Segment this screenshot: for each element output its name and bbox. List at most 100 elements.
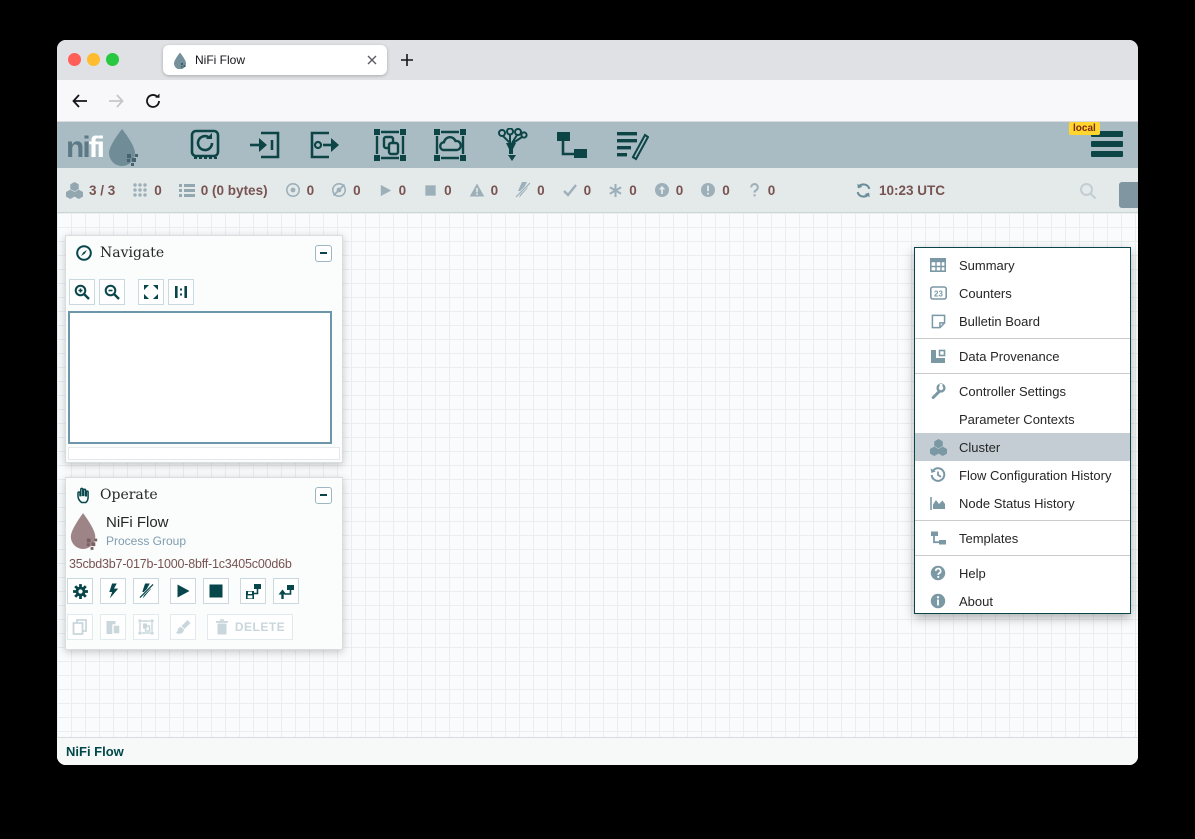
nifi-logo: ni fi bbox=[66, 128, 141, 168]
selected-component-id[interactable]: 35cbd3b7-017b-1000-8bff-1c3405c00d6b bbox=[69, 557, 292, 571]
bolt-slash-icon bbox=[139, 583, 154, 599]
zoom-fit-icon bbox=[143, 284, 159, 300]
template-component-icon[interactable] bbox=[555, 128, 589, 162]
one-to-one-icon bbox=[173, 284, 189, 300]
tab-title: NiFi Flow bbox=[195, 53, 367, 67]
zoom-actual-size-button[interactable] bbox=[168, 279, 194, 305]
copy-button[interactable] bbox=[67, 614, 93, 640]
last-refresh: 10:23 UTC bbox=[855, 168, 945, 213]
birdseye-minimap[interactable] bbox=[68, 311, 332, 444]
paste-button[interactable] bbox=[100, 614, 126, 640]
configure-button[interactable] bbox=[67, 578, 93, 604]
search-icon[interactable] bbox=[1079, 182, 1097, 200]
enable-button[interactable] bbox=[100, 578, 126, 604]
operate-actions-row1 bbox=[67, 578, 299, 604]
not-transmitting-status: 0 bbox=[331, 182, 361, 198]
processor-component-icon[interactable] bbox=[188, 128, 222, 162]
running-play-icon bbox=[378, 183, 393, 198]
menu-item-data-provenance[interactable]: Data Provenance bbox=[915, 342, 1130, 370]
collapse-operate-button[interactable] bbox=[315, 487, 332, 504]
menu-item-parameter-contexts[interactable]: Parameter Contexts bbox=[915, 405, 1130, 433]
menu-item-help[interactable]: Help bbox=[915, 559, 1130, 587]
copy-icon bbox=[72, 619, 88, 635]
check-icon bbox=[562, 182, 578, 198]
start-button[interactable] bbox=[170, 578, 196, 604]
connected-nodes-status: 3 / 3 bbox=[66, 182, 115, 199]
output-port-component-icon[interactable] bbox=[308, 128, 342, 162]
window-close-button[interactable] bbox=[68, 53, 81, 66]
nifi-favicon bbox=[173, 52, 187, 69]
transmitting-icon bbox=[285, 182, 301, 198]
label-component-icon[interactable] bbox=[615, 128, 649, 162]
fill-color-button[interactable] bbox=[170, 614, 196, 640]
navigate-panel: Navigate bbox=[65, 235, 343, 463]
window-zoom-button[interactable] bbox=[106, 53, 119, 66]
disabled-status: 0 bbox=[515, 182, 545, 198]
menu-item-summary[interactable]: Summary bbox=[915, 251, 1130, 279]
save-template-icon bbox=[245, 583, 262, 600]
save-template-button[interactable] bbox=[240, 578, 266, 604]
table-icon bbox=[930, 258, 946, 272]
stop-square-icon bbox=[208, 583, 224, 599]
browser-toolbar: 192.168.40.11:8080/nifi/ ☆ local bbox=[57, 80, 1138, 122]
back-button[interactable] bbox=[71, 92, 89, 110]
zoom-in-button[interactable] bbox=[69, 279, 95, 305]
transmitting-status: 0 bbox=[285, 182, 315, 198]
remote-process-group-component-icon[interactable] bbox=[433, 128, 467, 162]
zoom-out-button[interactable] bbox=[99, 279, 125, 305]
bulletin-button[interactable] bbox=[1119, 182, 1138, 208]
collapse-navigate-button[interactable] bbox=[315, 245, 332, 262]
menu-separator bbox=[915, 335, 1130, 342]
bolt-icon bbox=[106, 583, 121, 599]
reload-button[interactable] bbox=[144, 92, 162, 110]
provenance-icon bbox=[930, 348, 946, 364]
nifi-page: ni fi bbox=[57, 122, 1138, 765]
navigate-panel-title: Navigate bbox=[100, 245, 307, 261]
global-menu: Summary 23 Counters Bulletin Board bbox=[914, 247, 1131, 614]
browser-tab[interactable]: NiFi Flow bbox=[163, 45, 387, 75]
disabled-bolt-icon bbox=[515, 182, 531, 198]
group-button[interactable] bbox=[133, 614, 159, 640]
svg-text:23: 23 bbox=[934, 289, 943, 298]
gear-icon bbox=[72, 583, 89, 600]
breadcrumb[interactable]: NiFi Flow bbox=[66, 744, 124, 759]
question-icon bbox=[747, 182, 762, 198]
stale-status: 0 bbox=[654, 182, 684, 198]
new-tab-button[interactable] bbox=[399, 52, 415, 68]
menu-item-bulletin-board[interactable]: Bulletin Board bbox=[915, 307, 1130, 335]
help-icon bbox=[930, 565, 946, 581]
queued-status: 0 (0 bytes) bbox=[179, 182, 268, 198]
menu-item-flow-configuration-history[interactable]: Flow Configuration History bbox=[915, 461, 1130, 489]
zoom-fit-button[interactable] bbox=[138, 279, 164, 305]
menu-item-templates[interactable]: Templates bbox=[915, 524, 1130, 552]
zoom-in-icon bbox=[74, 284, 90, 300]
menu-item-about[interactable]: About bbox=[915, 587, 1130, 615]
forward-button[interactable] bbox=[107, 92, 125, 110]
minimap-footer bbox=[68, 447, 340, 460]
process-group-component-icon[interactable] bbox=[373, 128, 407, 162]
menu-item-counters[interactable]: 23 Counters bbox=[915, 279, 1130, 307]
tab-close-icon[interactable] bbox=[367, 55, 377, 65]
delete-button[interactable]: DELETE bbox=[207, 614, 293, 640]
input-port-component-icon[interactable] bbox=[248, 128, 282, 162]
menu-item-node-status-history[interactable]: Node Status History bbox=[915, 489, 1130, 517]
operate-panel-title: Operate bbox=[100, 487, 307, 503]
funnel-component-icon[interactable] bbox=[495, 128, 529, 162]
upload-template-button[interactable] bbox=[273, 578, 299, 604]
cubes-icon bbox=[930, 439, 947, 456]
stop-button[interactable] bbox=[203, 578, 229, 604]
breadcrumb-bar: NiFi Flow bbox=[57, 737, 1138, 765]
disable-button[interactable] bbox=[133, 578, 159, 604]
threads-grid-icon bbox=[132, 182, 148, 198]
browser-window: NiFi Flow 1 bbox=[57, 40, 1138, 765]
operate-panel: Operate NiFi Flow Process Group 35cbd3b7… bbox=[65, 477, 343, 650]
locally-modified-status: 0 bbox=[608, 183, 637, 198]
window-minimize-button[interactable] bbox=[87, 53, 100, 66]
navigate-controls bbox=[69, 279, 194, 305]
hand-pointer-icon bbox=[76, 487, 92, 504]
refresh-icon[interactable] bbox=[855, 182, 872, 199]
menu-item-controller-settings[interactable]: Controller Settings bbox=[915, 377, 1130, 405]
paste-icon bbox=[105, 619, 121, 635]
global-menu-button[interactable] bbox=[1091, 131, 1123, 161]
menu-item-cluster[interactable]: Cluster bbox=[915, 433, 1130, 461]
